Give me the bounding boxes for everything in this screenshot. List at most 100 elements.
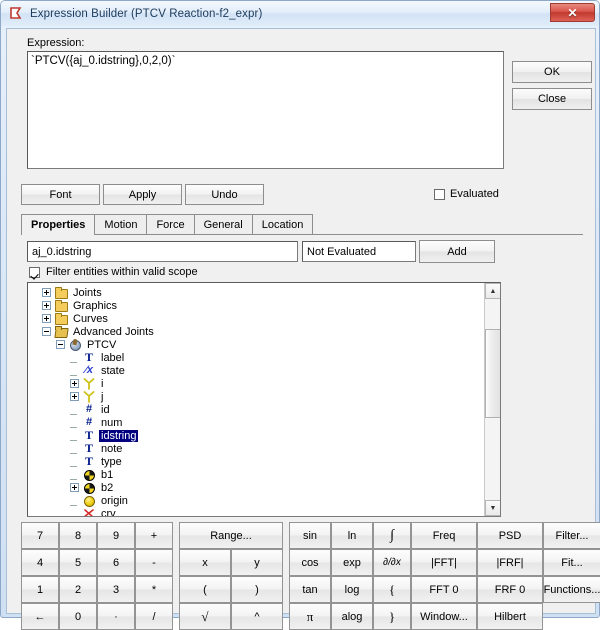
tree-expander-icon[interactable] <box>56 340 65 349</box>
filter-scope-checkbox-group[interactable]: Filter entities within valid scope <box>29 266 198 278</box>
key-close-brace[interactable]: } <box>373 603 411 630</box>
tree-expander-icon[interactable] <box>42 288 51 297</box>
entity-tree[interactable]: Joints Graphics Curves Advanced Joints PTCV T… <box>27 282 501 517</box>
key-alog[interactable]: alog <box>331 603 373 630</box>
apply-button[interactable]: Apply <box>103 184 182 205</box>
key-exp[interactable]: exp <box>331 549 373 576</box>
key-2[interactable]: 2 <box>59 576 97 603</box>
key-key[interactable]: * <box>135 576 173 603</box>
key-close-paren[interactable]: ) <box>231 576 283 603</box>
expression-textarea[interactable]: `PTCV({aj_0.idstring},0,2,0)` <box>27 51 504 169</box>
key-power[interactable]: ^ <box>231 603 283 630</box>
close-dialog-button[interactable]: Close <box>512 88 592 110</box>
scope-input[interactable]: aj_0.idstring <box>27 241 298 262</box>
key-fft[interactable]: |FFT| <box>411 549 477 576</box>
tree-node-label: Graphics <box>73 299 118 312</box>
tree-expander-icon[interactable] <box>42 301 51 310</box>
undo-button[interactable]: Undo <box>185 184 264 205</box>
filter-scope-checkbox[interactable] <box>29 266 40 278</box>
key-fft-0[interactable]: FFT 0 <box>411 576 477 603</box>
tree-node-label: state <box>101 364 125 377</box>
tree-node[interactable]: crv <box>28 507 484 516</box>
key-sqrt[interactable]: √ <box>179 603 231 630</box>
font-button[interactable]: Font <box>21 184 100 205</box>
tree-node-label: origin <box>101 494 128 507</box>
tree-node[interactable]: PTCV <box>28 338 484 351</box>
tree-node[interactable]: origin <box>28 494 484 507</box>
key-frf[interactable]: |FRF| <box>477 549 543 576</box>
tab-location[interactable]: Location <box>251 214 314 234</box>
tree-node[interactable]: b1 <box>28 468 484 481</box>
add-button[interactable]: Add <box>419 240 495 263</box>
key-frf-0[interactable]: FRF 0 <box>477 576 543 603</box>
tree-node[interactable]: Joints <box>28 286 484 299</box>
tree-node[interactable]: # id <box>28 403 484 416</box>
key-open-brace[interactable]: { <box>373 576 411 603</box>
evaluated-checkbox[interactable] <box>434 188 445 200</box>
tab-general[interactable]: General <box>193 214 253 234</box>
marker-triad-icon <box>82 390 96 403</box>
tree-node[interactable]: Graphics <box>28 299 484 312</box>
key-sin[interactable]: sin <box>289 522 331 549</box>
key-key[interactable]: π <box>289 603 331 630</box>
key-tan[interactable]: tan <box>289 576 331 603</box>
key-window[interactable]: Window... <box>411 603 477 630</box>
tree-node[interactable]: # num <box>28 416 484 429</box>
tree-expander-icon[interactable] <box>70 392 79 401</box>
key-1[interactable]: 1 <box>21 576 59 603</box>
key-partial-derivative[interactable]: ∂/∂x <box>373 549 411 576</box>
key-fit[interactable]: Fit... <box>543 549 600 576</box>
key-7[interactable]: 7 <box>21 522 59 549</box>
key-ln[interactable]: ln <box>331 522 373 549</box>
key-integral[interactable]: ∫ <box>373 522 411 549</box>
tree-node[interactable]: Tnote <box>28 442 484 455</box>
key-x[interactable]: x <box>179 549 231 576</box>
key-3[interactable]: 3 <box>97 576 135 603</box>
key-4[interactable]: 4 <box>21 549 59 576</box>
tree-expander-icon[interactable] <box>70 379 79 388</box>
key-key[interactable]: - <box>135 549 173 576</box>
key-range[interactable]: Range... <box>179 522 283 549</box>
key-0[interactable]: 0 <box>59 603 97 630</box>
tree-node[interactable]: Tidstring <box>28 429 484 442</box>
key-freq[interactable]: Freq <box>411 522 477 549</box>
body-sphere-icon <box>82 481 96 494</box>
tree-expander-icon[interactable] <box>42 314 51 323</box>
key-key[interactable]: / <box>135 603 173 630</box>
key-y[interactable]: y <box>231 549 283 576</box>
tree-node[interactable]: j <box>28 390 484 403</box>
scroll-down-icon[interactable]: ▼ <box>485 500 500 516</box>
key-functions[interactable]: Functions... <box>543 576 600 603</box>
tree-scrollbar[interactable]: ▲ ▼ <box>484 283 500 516</box>
scroll-up-icon[interactable]: ▲ <box>485 283 500 299</box>
ok-button[interactable]: OK <box>512 61 592 83</box>
scrollbar-thumb[interactable] <box>485 329 500 418</box>
tree-node[interactable]: Tlabel <box>28 351 484 364</box>
evaluated-checkbox-group[interactable]: Evaluated <box>434 188 499 200</box>
tab-motion[interactable]: Motion <box>94 214 148 234</box>
tree-node[interactable]: i <box>28 377 484 390</box>
tree-expander-icon[interactable] <box>70 483 79 492</box>
key-5[interactable]: 5 <box>59 549 97 576</box>
key-filter[interactable]: Filter... <box>543 522 600 549</box>
key-cos[interactable]: cos <box>289 549 331 576</box>
key-open-paren[interactable]: ( <box>179 576 231 603</box>
key-log[interactable]: log <box>331 576 373 603</box>
close-window-button[interactable]: ✕ <box>550 3 595 22</box>
key-key[interactable]: · <box>97 603 135 630</box>
key-6[interactable]: 6 <box>97 549 135 576</box>
tree-node[interactable]: ⁄x state <box>28 364 484 377</box>
tab-force[interactable]: Force <box>146 214 195 234</box>
tree-node[interactable]: Advanced Joints <box>28 325 484 338</box>
key-key[interactable]: ← <box>21 603 59 630</box>
key-8[interactable]: 8 <box>59 522 97 549</box>
tree-node[interactable]: Curves <box>28 312 484 325</box>
tree-node[interactable]: Ttype <box>28 455 484 468</box>
key-key[interactable]: + <box>135 522 173 549</box>
key-psd[interactable]: PSD <box>477 522 543 549</box>
tree-expander-icon[interactable] <box>42 327 51 336</box>
tree-node[interactable]: b2 <box>28 481 484 494</box>
key-9[interactable]: 9 <box>97 522 135 549</box>
key-hilbert[interactable]: Hilbert <box>477 603 543 630</box>
tab-properties[interactable]: Properties <box>21 214 96 235</box>
